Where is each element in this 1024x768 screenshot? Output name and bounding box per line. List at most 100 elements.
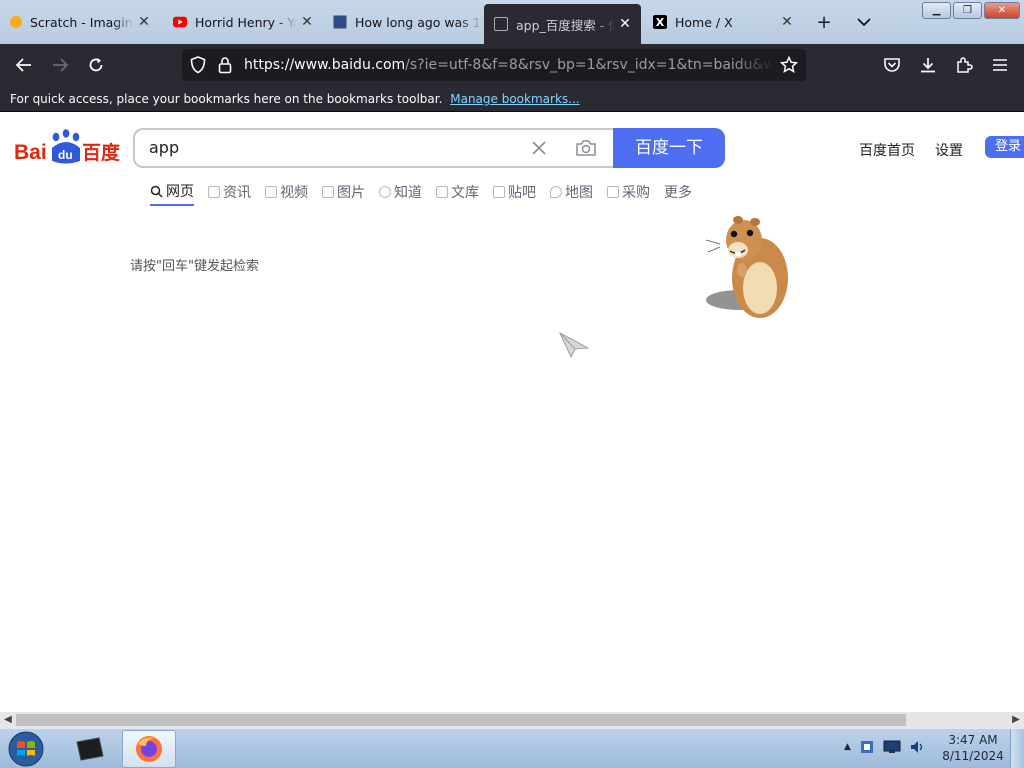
tab-tieba[interactable]: 贴吧 [493, 178, 536, 206]
settings-link[interactable]: 设置 [935, 140, 963, 160]
url-text[interactable]: https://www.baidu.com/s?ie=utf-8&f=8&rsv… [244, 49, 774, 81]
tab-title: Horrid Henry - YouTube [195, 14, 297, 30]
bookmark-star-icon[interactable] [779, 55, 799, 78]
tab-x-home[interactable]: X Home / X ✕ [643, 4, 803, 40]
pocket-button[interactable] [880, 53, 904, 77]
tab-scratch[interactable]: Scratch - Imagine, Program, Share ✕ [0, 4, 160, 40]
tab-title: Scratch - Imagine, Program, Share [30, 14, 134, 30]
taskbar-clock[interactable]: 3:47 AM 8/11/2024 [940, 732, 1006, 764]
tab-title: Home / X [675, 14, 733, 30]
close-tab-icon[interactable]: ✕ [134, 14, 154, 30]
tab-video[interactable]: 视频 [265, 178, 308, 206]
video-icon [265, 186, 277, 198]
x-icon: X [653, 15, 667, 29]
tab-procurement[interactable]: 采购 [607, 178, 650, 206]
forward-button[interactable] [48, 53, 72, 77]
pocket-icon [884, 58, 900, 72]
map-pin-icon [550, 186, 562, 198]
tracking-shield-icon[interactable] [190, 56, 206, 78]
close-tab-icon[interactable]: ✕ [615, 16, 635, 32]
close-tab-icon[interactable]: ✕ [297, 14, 317, 30]
firefox-icon [136, 736, 162, 762]
baidu-logo[interactable]: Bai du 百度 [14, 128, 121, 168]
tab-map[interactable]: 地图 [550, 178, 593, 206]
baidu-page: Bai du 百度 app 百度一下 百度首页 设置 登录 网页 资讯 视频 图… [0, 112, 1024, 712]
tab-label: 采购 [622, 185, 650, 201]
tab-zhidao[interactable]: 知道 [379, 178, 422, 206]
bookmarks-toolbar: For quick access, place your bookmarks h… [0, 86, 1024, 112]
tab-label: 视频 [280, 185, 308, 201]
youtube-icon [173, 15, 187, 29]
minimize-button[interactable]: ▁ [922, 2, 951, 19]
chevron-down-icon [857, 18, 871, 27]
manage-bookmarks-link[interactable]: Manage bookmarks... [450, 92, 579, 106]
tab-label: 网页 [166, 184, 194, 200]
camera-icon[interactable] [575, 138, 597, 158]
document-icon [436, 186, 448, 198]
search-button[interactable]: 百度一下 [613, 128, 725, 168]
hamster-mascot [705, 216, 788, 318]
restore-button[interactable]: ❐ [953, 2, 982, 19]
close-tab-icon[interactable]: ✕ [777, 14, 797, 30]
show-hidden-icons-icon[interactable]: ▲ [844, 742, 851, 752]
horizontal-scrollbar[interactable]: ◀ ▶ [0, 712, 1024, 728]
tab-label: 文库 [451, 185, 479, 201]
scrollbar-thumb[interactable] [16, 714, 906, 726]
search-box[interactable]: app [133, 128, 615, 168]
bookmarks-message: For quick access, place your bookmarks h… [10, 92, 443, 106]
terminal-icon [76, 737, 104, 761]
download-icon [921, 58, 935, 73]
shopping-icon [607, 186, 619, 198]
puzzle-icon [957, 57, 973, 73]
scratch-icon [10, 16, 22, 28]
tab-web[interactable]: 网页 [150, 178, 194, 206]
tab-news[interactable]: 资讯 [208, 178, 251, 206]
app-menu-button[interactable] [988, 53, 1012, 77]
tab-title: How long ago was 1956 [355, 14, 483, 30]
lock-icon[interactable] [218, 56, 232, 78]
url-bar[interactable]: https://www.baidu.com/s?ie=utf-8&f=8&rsv… [182, 49, 806, 81]
baidu-home-link[interactable]: 百度首页 [859, 140, 915, 160]
logo-text-baidu-cn: 百度 [82, 141, 120, 164]
baidu-icon [494, 17, 508, 31]
reload-button[interactable] [84, 53, 108, 77]
url-host: https://www.baidu.com [244, 57, 406, 73]
show-desktop-button[interactable] [1010, 729, 1024, 768]
tab-how-long-ago[interactable]: How long ago was 1956 [323, 4, 483, 40]
tab-label: 知道 [394, 185, 422, 201]
login-button[interactable]: 登录 [985, 136, 1024, 158]
back-button[interactable] [12, 53, 36, 77]
volume-icon[interactable] [909, 739, 925, 755]
window-controls: ▁ ❐ ✕ [922, 2, 1020, 19]
start-button[interactable] [6, 730, 46, 768]
scroll-right-icon[interactable]: ▶ [1008, 712, 1024, 728]
clock-date: 8/11/2024 [942, 749, 1004, 763]
list-all-tabs-button[interactable] [852, 10, 876, 34]
downloads-button[interactable] [916, 53, 940, 77]
network-icon[interactable] [883, 740, 901, 754]
logo-text-bai: Bai [14, 141, 47, 164]
screen: Scratch - Imagine, Program, Share ✕ Horr… [0, 0, 1024, 768]
tab-more[interactable]: 更多 [664, 178, 692, 206]
tab-strip: Scratch - Imagine, Program, Share ✕ Horr… [0, 0, 1024, 44]
url-path: /s?ie=utf-8&f=8&rsv_bp=1&rsv_idx=1&tn=ba… [405, 57, 774, 73]
search-query[interactable]: app [149, 130, 179, 166]
clock-time: 3:47 AM [948, 733, 998, 747]
clear-icon[interactable] [529, 138, 549, 158]
logo-text-du: du [58, 148, 73, 162]
tab-label: 图片 [337, 185, 365, 201]
extensions-button[interactable] [952, 53, 976, 77]
new-tab-button[interactable]: + [812, 10, 836, 34]
taskbar-app-firefox[interactable] [122, 730, 176, 768]
scroll-left-icon[interactable]: ◀ [0, 712, 16, 728]
tab-images[interactable]: 图片 [322, 178, 365, 206]
tab-wenku[interactable]: 文库 [436, 178, 479, 206]
taskbar-app-terminal[interactable] [62, 730, 116, 768]
paper-plane-cursor [559, 332, 589, 358]
tab-baidu-active[interactable]: app_百度搜索 - 你就知道 ✕ [484, 4, 641, 44]
search-icon [150, 185, 163, 198]
action-center-flag-icon[interactable] [859, 739, 875, 755]
tab-label: 地图 [565, 185, 593, 201]
window-close-button[interactable]: ✕ [984, 2, 1020, 19]
tab-youtube[interactable]: Horrid Henry - YouTube ✕ [163, 4, 323, 40]
